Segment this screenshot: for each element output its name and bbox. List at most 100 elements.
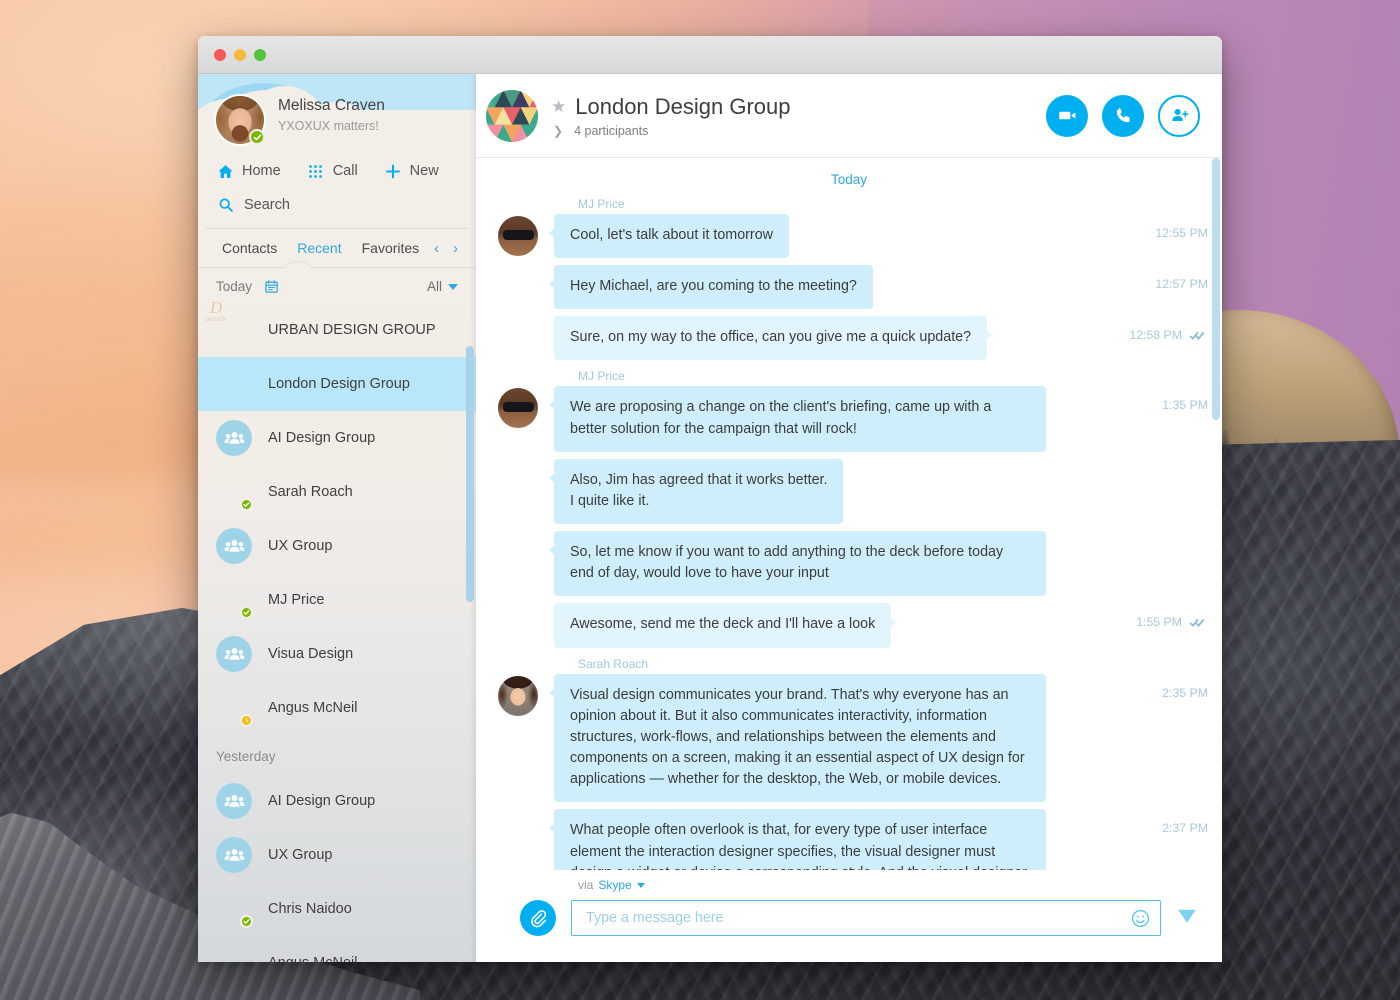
avatar <box>216 837 252 873</box>
zoom-window-button[interactable] <box>254 48 266 61</box>
home-icon <box>216 162 234 180</box>
via-prefix: via <box>578 878 594 892</box>
list-item-label: UX Group <box>268 538 333 554</box>
plus-icon <box>384 162 402 180</box>
via-service-label: Skype <box>598 878 632 892</box>
group-icon <box>216 528 252 564</box>
list-item-label: MJ Price <box>268 592 325 608</box>
group-icon <box>216 636 252 672</box>
status-badge <box>249 129 265 145</box>
message-row: Also, Jim has agreed that it works bette… <box>476 458 1222 525</box>
page-title: London Design Group <box>575 93 791 119</box>
search-label: Search <box>244 197 290 213</box>
attach-file-button[interactable] <box>520 900 556 936</box>
message-composer: via Skype <box>476 870 1222 962</box>
list-item-label: AI Design Group <box>268 430 376 446</box>
chat-pane: ★ London Design Group ❯ 4 participants T… <box>476 74 1222 962</box>
profile-mood: YXOXUX matters! <box>278 119 379 133</box>
list-header-label: Today <box>216 279 253 294</box>
audio-call-button[interactable] <box>1102 94 1144 137</box>
message-bubble: Visual design communicates your brand. T… <box>549 673 1046 803</box>
list-item-label: Chris Naidoo <box>268 901 352 917</box>
message-row: Cool, let's talk about it tomorrow 12:55… <box>476 214 1222 259</box>
smiley-icon[interactable] <box>1131 909 1150 928</box>
sidebar: Melissa Craven YXOXUX matters! Home Call… <box>198 74 476 962</box>
chevron-right-icon[interactable]: ❯ <box>553 124 563 138</box>
message-time: 1:55 PM <box>1118 603 1222 629</box>
message-row: Hey Michael, are you coming to the meeti… <box>476 265 1222 310</box>
message-row: We are proposing a change on the client'… <box>476 386 1222 452</box>
list-header: Today All <box>198 268 476 303</box>
message-bubble: Sure, on my way to the office, can you g… <box>554 316 993 361</box>
message-time <box>1190 459 1222 471</box>
close-window-button[interactable] <box>214 48 226 61</box>
list-item[interactable]: Visua Design <box>198 627 476 681</box>
star-icon[interactable]: ★ <box>551 98 566 115</box>
list-item[interactable]: London Design Group <box>198 357 476 411</box>
status-badge <box>240 498 253 511</box>
list-filter-dropdown[interactable]: All <box>427 279 458 294</box>
message-bubble: Hey Michael, are you coming to the meeti… <box>549 265 873 310</box>
video-call-button[interactable] <box>1046 94 1088 137</box>
message-bubble: Also, Jim has agreed that it works bette… <box>548 458 844 525</box>
message-bubble: What people often overlook is that, for … <box>549 809 1046 870</box>
list-item[interactable]: AI Design Group <box>198 411 476 465</box>
avatar <box>216 636 252 672</box>
list-item[interactable]: MJ Price <box>198 573 476 627</box>
skype-window: Melissa Craven YXOXUX matters! Home Call… <box>198 36 1222 962</box>
send-via-selector[interactable]: via Skype <box>498 870 1200 892</box>
message-time: 12:58 PM <box>1111 316 1222 342</box>
nav-home-label: Home <box>242 163 281 179</box>
avatar: DDESIGN <box>206 299 252 348</box>
list-item[interactable]: Sarah Roach <box>198 465 476 519</box>
calendar-icon[interactable] <box>264 279 279 294</box>
message-time: 1:35 PM <box>1162 398 1208 413</box>
list-item[interactable]: UX Group <box>198 519 476 573</box>
user-profile[interactable]: Melissa Craven YXOXUX matters! <box>198 74 476 145</box>
read-receipt-icon <box>1189 617 1208 628</box>
list-item[interactable]: DDESIGN URBAN DESIGN GROUP <box>198 299 476 357</box>
search-entry[interactable]: Search <box>198 180 476 214</box>
chat-header-actions <box>1046 94 1200 137</box>
list-item-label: London Design Group <box>268 376 410 392</box>
avatar <box>216 420 252 456</box>
tabs-prev-button[interactable]: ‹ <box>434 241 439 256</box>
list-item-label: Sarah Roach <box>268 484 353 500</box>
date-separator: Today <box>830 172 868 187</box>
message-sender: Sarah Roach <box>578 656 649 671</box>
message-time: 2:37 PM <box>1162 821 1208 836</box>
list-item[interactable]: UX Group <box>198 828 476 882</box>
tab-recent[interactable]: Recent <box>287 240 351 256</box>
avatar[interactable] <box>216 96 265 145</box>
chat-scrollbar[interactable] <box>1212 158 1220 420</box>
avatar <box>216 690 253 727</box>
recent-chat-list: DDESIGN URBAN DESIGN GROUP <box>198 299 476 962</box>
add-people-button[interactable] <box>1158 94 1200 137</box>
nav-home[interactable]: Home <box>216 162 281 180</box>
message-input-wrapper[interactable] <box>571 900 1161 936</box>
sidebar-scrollbar[interactable] <box>466 346 474 602</box>
list-item[interactable]: AI Design Group <box>198 774 476 828</box>
tabs-next-button[interactable]: › <box>453 241 458 256</box>
minimize-window-button[interactable] <box>234 48 246 61</box>
avatar <box>216 366 252 402</box>
avatar <box>216 891 253 928</box>
list-item[interactable]: Angus McNeil <box>198 936 476 962</box>
send-button[interactable] <box>1176 905 1200 932</box>
message-input[interactable] <box>586 910 1131 926</box>
active-tab-notch <box>282 261 314 268</box>
nav-call[interactable]: Call <box>307 162 358 180</box>
list-item[interactable]: Chris Naidoo <box>198 882 476 936</box>
profile-name: Melissa Craven <box>278 97 385 114</box>
avatar[interactable] <box>486 89 538 142</box>
status-badge <box>240 915 253 928</box>
message-bubble: We are proposing a change on the client'… <box>549 386 1046 452</box>
tab-contacts[interactable]: Contacts <box>212 240 287 256</box>
nav-new[interactable]: New <box>384 162 439 180</box>
chevron-down-icon <box>448 283 458 290</box>
message-list[interactable]: Today MJ Price Cool, let's talk about it… <box>476 158 1222 870</box>
message-row: Visual design communicates your brand. T… <box>476 673 1222 803</box>
dialpad-icon <box>307 162 325 180</box>
tab-favorites[interactable]: Favorites <box>352 240 430 256</box>
list-item[interactable]: Angus McNeil <box>198 681 476 735</box>
